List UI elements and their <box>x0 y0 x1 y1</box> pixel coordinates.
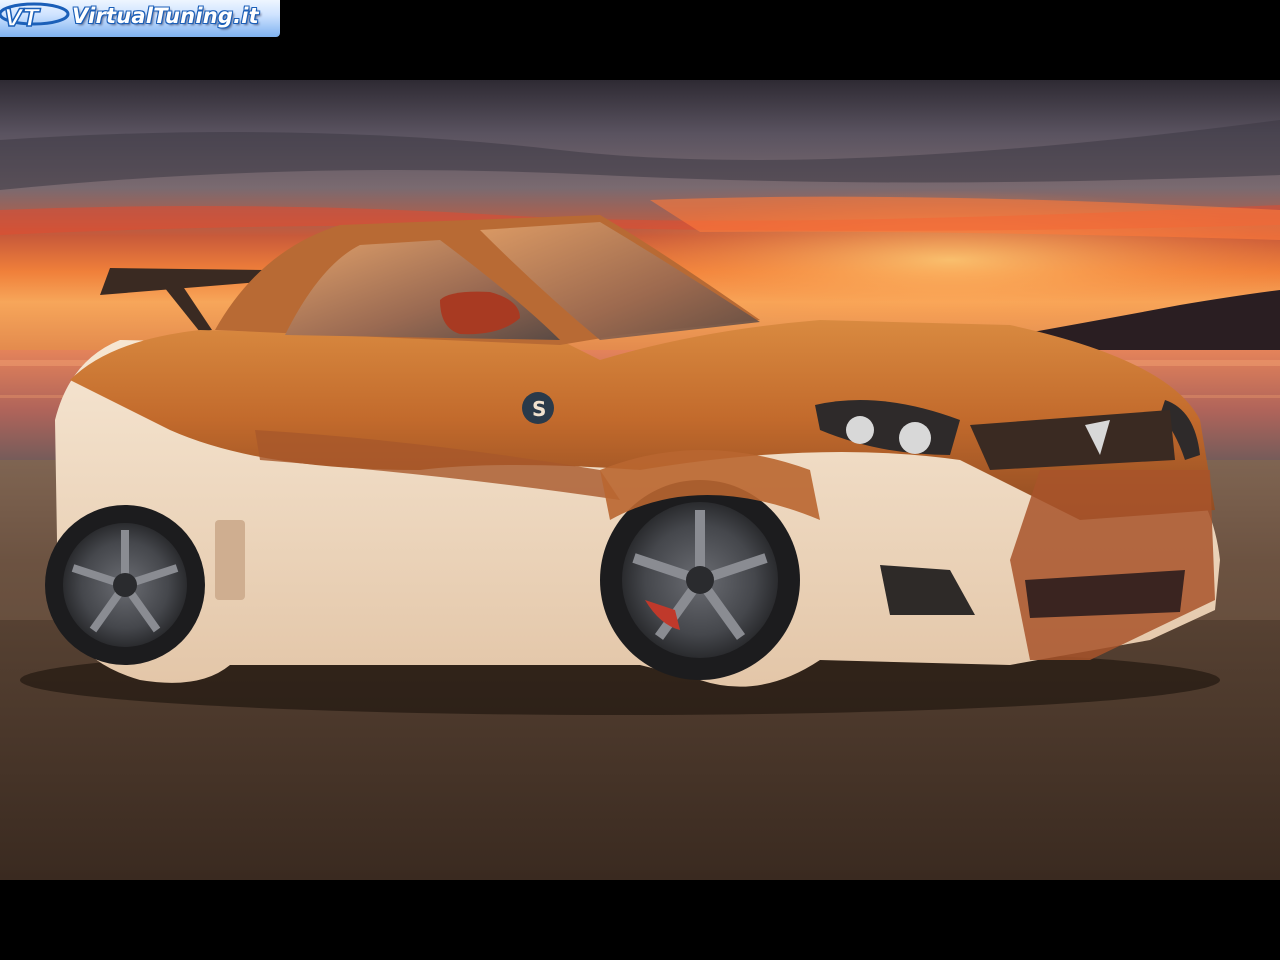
rear-wheel <box>45 505 205 665</box>
virtualtuning-watermark: VT VirtualTuning.it <box>0 0 280 37</box>
car-sunset-illustration: S <box>0 0 1280 960</box>
svg-text:S: S <box>532 397 546 421</box>
vt-logo-icon: VT <box>0 2 70 33</box>
vt-logo-text: VT <box>4 4 41 32</box>
side-intake <box>215 520 245 600</box>
watermark-text: VirtualTuning.it <box>72 4 259 28</box>
wallpaper-scene: S VT VirtualTuning.it <box>0 0 1280 960</box>
sparco-decal: S <box>522 392 554 424</box>
